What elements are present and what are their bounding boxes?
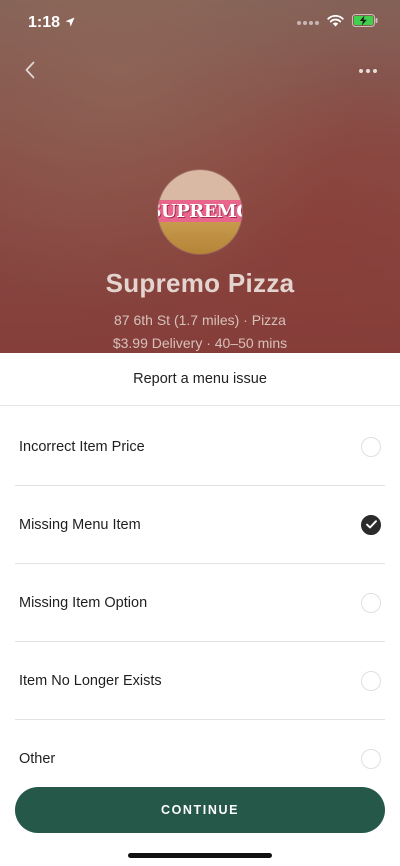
status-time: 1:18 xyxy=(28,14,75,32)
radio-button[interactable] xyxy=(361,436,381,457)
restaurant-header: 1:18 UPREM Supremo Pizza 87 6th St (1.7 … xyxy=(0,0,400,354)
more-options-button[interactable] xyxy=(354,60,382,82)
radio-button[interactable] xyxy=(361,592,381,613)
option-label: Item No Longer Exists xyxy=(19,672,162,689)
time-text: 1:18 xyxy=(28,14,61,31)
option-incorrect-item-price[interactable]: Incorrect Item Price xyxy=(15,408,385,486)
more-dots-icon xyxy=(359,69,363,73)
option-label: Missing Item Option xyxy=(19,594,148,611)
checkmark-icon xyxy=(365,520,377,529)
restaurant-logo: SUPREMO xyxy=(158,170,242,254)
home-indicator xyxy=(128,853,272,858)
restaurant-address: 87 6th St (1.7 miles) · Pizza xyxy=(114,312,286,328)
sheet-title: Report a menu issue xyxy=(0,353,400,406)
option-label: Missing Menu Item xyxy=(19,516,141,533)
option-missing-item-option[interactable]: Missing Item Option xyxy=(15,564,385,642)
option-missing-menu-item[interactable]: Missing Menu Item xyxy=(15,486,385,564)
back-button[interactable] xyxy=(16,58,44,86)
status-icons xyxy=(297,14,378,32)
option-item-no-longer-exists[interactable]: Item No Longer Exists xyxy=(15,642,385,720)
back-chevron-icon xyxy=(24,61,36,84)
location-arrow-icon xyxy=(65,14,75,32)
continue-button[interactable]: CONTINUE xyxy=(15,787,385,833)
restaurant-delivery-info: $3.99 Delivery · 40–50 mins xyxy=(112,335,288,351)
logo-text: SUPREMO xyxy=(158,200,242,222)
option-label: Other xyxy=(19,751,56,767)
battery-charging-icon xyxy=(352,14,378,32)
option-label: Incorrect Item Price xyxy=(19,438,145,455)
radio-button[interactable] xyxy=(361,749,381,769)
signal-icon xyxy=(297,21,319,25)
wifi-icon xyxy=(327,14,344,32)
radio-button[interactable] xyxy=(361,670,381,691)
status-bar: 1:18 xyxy=(0,0,400,46)
radio-button-selected[interactable] xyxy=(361,514,381,535)
restaurant-name: Supremo Pizza xyxy=(105,268,295,298)
